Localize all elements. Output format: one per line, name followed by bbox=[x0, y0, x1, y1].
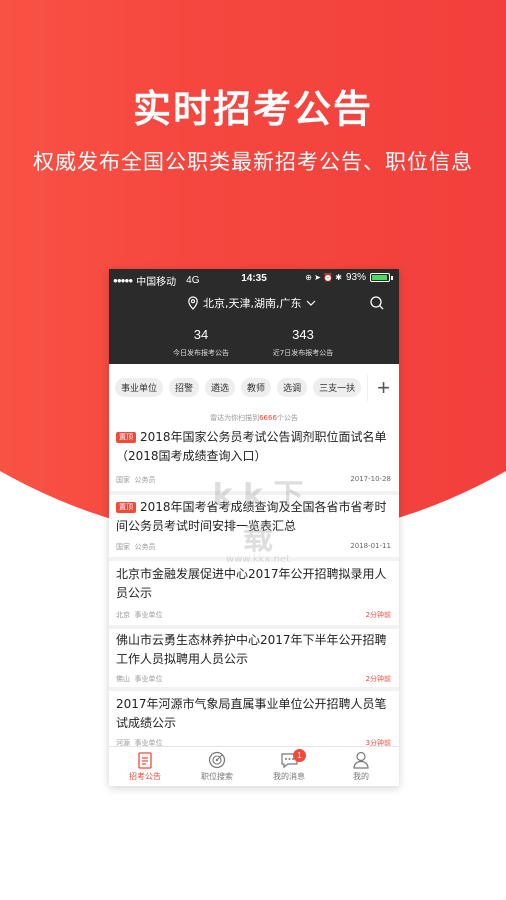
scan-note: 雷达为你扫描到6666个公告 bbox=[210, 414, 298, 422]
watermark-url: www.kkx.net bbox=[226, 554, 290, 565]
tag-5[interactable]: 选调 bbox=[277, 378, 308, 397]
pinned-badge: 置顶 bbox=[116, 432, 136, 443]
battery-icon bbox=[370, 273, 390, 282]
tab-messages[interactable]: 1 我的消息 bbox=[253, 749, 325, 782]
hero-subtitle: 权威发布全国公职类最新招考公告、职位信息 bbox=[33, 150, 473, 174]
status-icons: ⊕ ➤ ⏰ ✱ bbox=[305, 273, 342, 282]
status-bar: ●●●●● 中国移动 4G 14:35 ⊕ ➤ ⏰ ✱ 93% bbox=[109, 269, 399, 289]
today-label: 今日发布报考公告 bbox=[173, 349, 229, 357]
pinned-badge: 置顶 bbox=[116, 502, 136, 513]
unread-badge: 1 bbox=[293, 749, 306, 762]
watermark: k k 下载 www.kkx.net bbox=[198, 470, 318, 565]
location-selector[interactable]: 北京,天津,湖南,广东 bbox=[187, 295, 316, 311]
tab-label: 我的 bbox=[353, 772, 369, 781]
tag-4[interactable]: 教师 bbox=[241, 378, 272, 397]
item-title: 北京市金融发展促进中心2017年公开招聘拟录用人员公示 bbox=[116, 567, 387, 600]
tab-label: 我的消息 bbox=[273, 772, 305, 781]
week-label: 近7日发布报考公告 bbox=[272, 349, 334, 357]
item-title: 2018年国家公务员考试公告调剂职位面试名单（2018国考成绩查询入口） bbox=[116, 430, 387, 463]
tag-3[interactable]: 遴选 bbox=[205, 378, 236, 397]
tag-6[interactable]: 三支一扶 bbox=[313, 378, 362, 397]
add-tag-button[interactable]: + bbox=[367, 375, 399, 401]
tab-announcements[interactable]: 招考公告 bbox=[109, 751, 181, 782]
item-date: 2分钟前 bbox=[365, 675, 391, 683]
list-item[interactable]: 北京市金融发展促进中心2017年公开招聘拟录用人员公示 北京 事业单位 2分钟前 bbox=[109, 561, 399, 629]
week-count: 343 bbox=[292, 327, 314, 342]
hero-title: 实时招考公告 bbox=[132, 87, 373, 131]
location-text: 北京,天津,湖南,广东 bbox=[203, 297, 302, 310]
scan-count: 6666 bbox=[259, 414, 277, 422]
tab-label: 职位搜索 bbox=[201, 772, 233, 781]
tab-label: 招考公告 bbox=[129, 772, 161, 781]
watermark-text: k k 下载 bbox=[212, 478, 304, 557]
tab-profile[interactable]: 我的 bbox=[325, 751, 397, 782]
location-pin-icon bbox=[188, 296, 198, 310]
app-header: ●●●●● 中国移动 4G 14:35 ⊕ ➤ ⏰ ✱ 93% 北京,天津,湖南… bbox=[109, 269, 399, 364]
item-date: 2017-10-28 bbox=[350, 475, 391, 483]
bottom-tab-bar: 招考公告 职位搜索 1 我的消息 我的 bbox=[109, 746, 399, 786]
week-stat: 343 近7日发布报考公告 bbox=[253, 327, 353, 358]
item-title: 2017年河源市气象局直属事业单位公开招聘人员笔试成绩公示 bbox=[116, 697, 387, 730]
search-button[interactable] bbox=[369, 295, 387, 313]
tag-2[interactable]: 招警 bbox=[169, 378, 200, 397]
today-count: 34 bbox=[193, 327, 209, 342]
chevron-down-icon bbox=[306, 300, 315, 306]
tag-1[interactable]: 事业单位 bbox=[115, 378, 164, 397]
radar-icon bbox=[208, 751, 226, 769]
battery-percent: 93% bbox=[345, 272, 366, 283]
announcement-list: 雷达为你扫描到6666个公告 置顶 2018年国家公务员考试公告调剂职位面试名单（… bbox=[109, 407, 399, 747]
list-item[interactable]: 2017年河源市气象局直属事业单位公开招聘人员笔试成绩公示 河源 事业单位 3分… bbox=[109, 691, 399, 751]
item-date: 2018-01-11 bbox=[350, 542, 391, 550]
list-item[interactable]: 佛山市云勇生态林养护中心2017年下半年公开招聘工作人员拟聘用人员公示 佛山 事… bbox=[109, 629, 399, 691]
item-title: 佛山市云勇生态林养护中心2017年下半年公开招聘工作人员拟聘用人员公示 bbox=[116, 633, 387, 666]
item-date: 2分钟前 bbox=[365, 611, 391, 619]
user-icon bbox=[353, 751, 369, 769]
category-tag-bar: 事业单位 招警 遴选 教师 选调 三支一扶 + bbox=[109, 369, 399, 407]
search-icon bbox=[370, 296, 384, 310]
tab-job-search[interactable]: 职位搜索 bbox=[181, 751, 253, 782]
list-icon bbox=[138, 751, 152, 769]
today-stat: 34 今日发布报考公告 bbox=[151, 327, 251, 358]
plus-icon: + bbox=[377, 375, 390, 400]
